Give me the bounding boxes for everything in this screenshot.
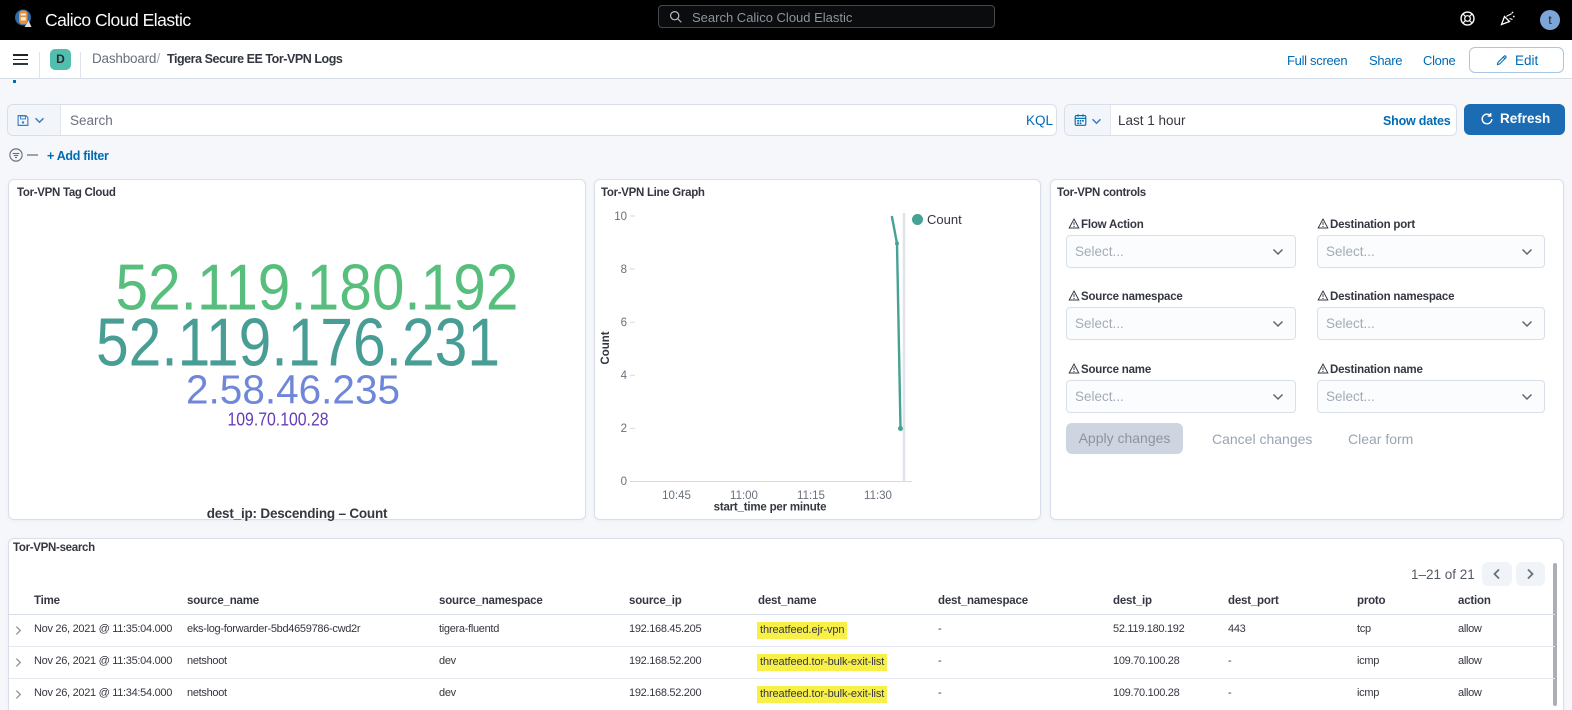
svg-text:2: 2: [621, 423, 627, 435]
svg-text:11:15: 11:15: [797, 490, 825, 502]
svg-text:4: 4: [621, 370, 628, 382]
svg-text:11:00: 11:00: [730, 490, 758, 502]
svg-text:8: 8: [621, 264, 627, 276]
svg-text:11:30: 11:30: [864, 490, 892, 502]
svg-text:Count: Count: [600, 331, 612, 364]
svg-text:10:45: 10:45: [662, 490, 691, 502]
svg-text:0: 0: [621, 476, 627, 488]
svg-text:start_time per minute: start_time per minute: [714, 502, 827, 514]
svg-text:Count: Count: [927, 212, 962, 227]
svg-text:6: 6: [621, 317, 627, 329]
svg-text:10: 10: [614, 211, 627, 223]
